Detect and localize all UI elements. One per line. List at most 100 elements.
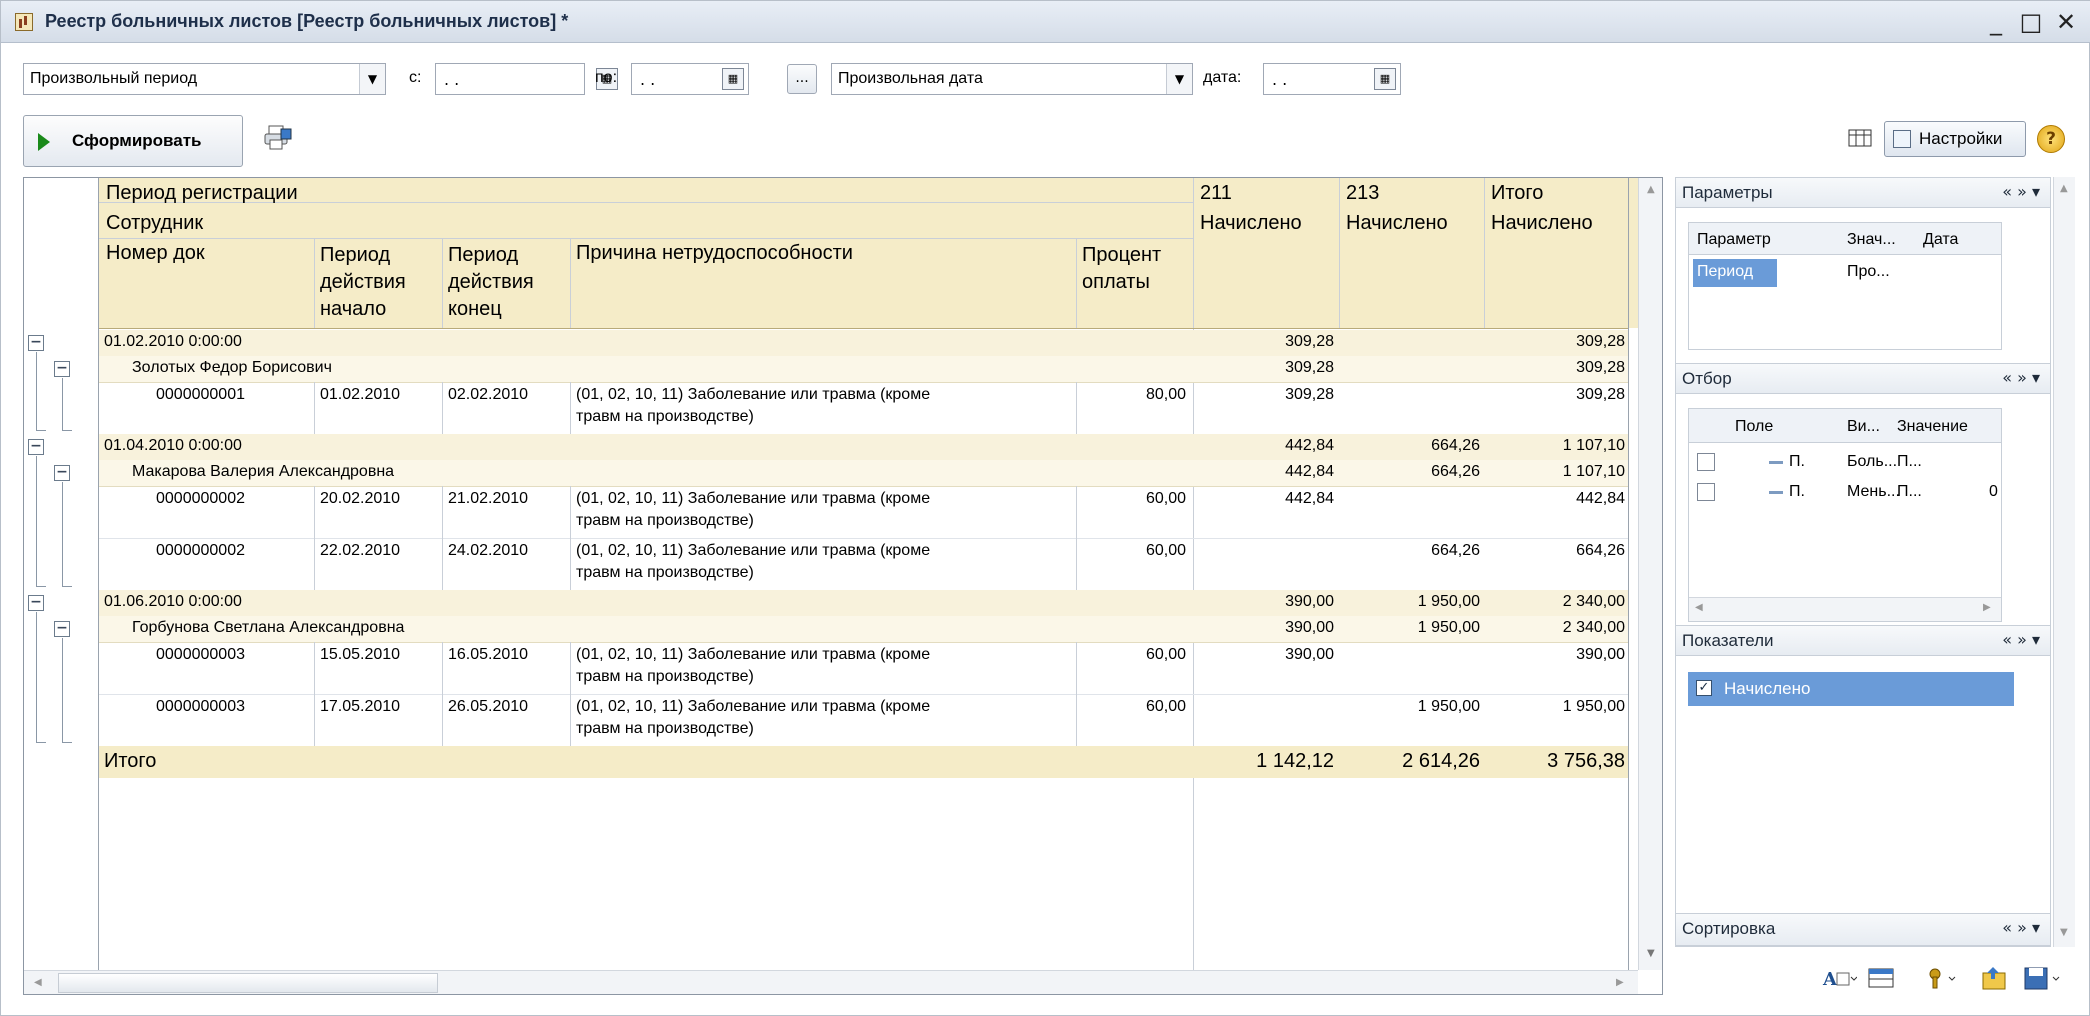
checkbox-unchecked[interactable] [1697, 453, 1715, 471]
svg-text:A: A [1822, 969, 1838, 990]
scroll-thumb[interactable] [58, 973, 438, 993]
print-icon[interactable] [263, 125, 293, 151]
column-value[interactable]: Знач... [1847, 231, 1896, 249]
tree-line [62, 378, 63, 430]
filter-row[interactable]: П. Боль... П... [1689, 449, 2001, 477]
header-period-start-line: действия [320, 271, 406, 293]
save-icon[interactable] [2023, 965, 2063, 993]
report-grid[interactable]: Период регистрации Сотрудник Номер док П… [23, 177, 1663, 995]
help-icon[interactable]: ? [2037, 125, 2065, 153]
header-percent: Процент оплаты [1082, 242, 1161, 296]
column-divider [314, 694, 315, 746]
vertical-scrollbar[interactable]: ▲ ▼ [1638, 178, 1662, 970]
panel-expand-icon[interactable]: « » ▾ [2002, 918, 2040, 937]
checkbox-unchecked[interactable] [1697, 483, 1715, 501]
tree-line [36, 612, 37, 742]
group-settings-icon[interactable] [1927, 965, 1959, 993]
filter-table[interactable]: Поле Ви... Значение П. Боль... П... П. Мень.… [1688, 408, 2002, 622]
filter-field[interactable]: П. [1789, 453, 1805, 471]
date-kind-select[interactable]: Произвольная дата ▼ [831, 63, 1193, 95]
column-parameter[interactable]: Параметр [1697, 231, 1771, 249]
scroll-up-icon[interactable]: ▲ [2060, 183, 2068, 194]
period-kind-select[interactable]: Произвольный период ▼ [23, 63, 386, 95]
period-sum-211: 442,84 [1285, 437, 1334, 454]
collapse-group-icon[interactable]: − [28, 439, 44, 455]
chevron-down-icon[interactable]: ▼ [1166, 64, 1192, 94]
doc-reason: (01, 02, 10, 11) Заболевание или травма … [576, 646, 931, 663]
from-date-field[interactable]: . . ▦ [435, 63, 618, 95]
sorting-header[interactable]: Сортировка « » ▾ [1676, 914, 2050, 946]
generate-report-button[interactable]: Сформировать [23, 115, 243, 167]
table-icon[interactable] [1867, 965, 1895, 993]
collapse-group-icon[interactable]: − [54, 465, 70, 481]
filter-extra[interactable]: 0 [1989, 483, 1998, 501]
scroll-up-icon[interactable]: ▲ [1647, 184, 1655, 195]
tree-line [36, 456, 37, 586]
filter-kind[interactable]: Мень... [1847, 483, 1900, 501]
tree-line [36, 586, 46, 587]
column-divider [570, 694, 571, 746]
maximize-button[interactable]: □ [2016, 7, 2046, 37]
doc-percent: 60,00 [1145, 698, 1186, 715]
text-format-icon[interactable]: A [1821, 965, 1858, 993]
close-button[interactable]: ✕ [2051, 7, 2081, 37]
header-accrued-211: Начислено [1200, 212, 1302, 234]
doc-start-date: 22.02.2010 [320, 542, 401, 559]
period-value: 01.04.2010 0:00:00 [104, 437, 242, 454]
collapse-group-icon[interactable]: − [28, 595, 44, 611]
collapse-group-icon[interactable]: − [54, 621, 70, 637]
date-field[interactable]: . . ▦ [1263, 63, 1401, 95]
panel-collapse-icon[interactable]: « » ▾ [2002, 630, 2040, 649]
minimize-button[interactable]: _ [1981, 7, 2011, 37]
employee-name: Макарова Валерия Александровна [132, 463, 395, 480]
calendar-icon[interactable]: ▦ [1374, 68, 1396, 90]
period-select-button[interactable]: ... [787, 64, 817, 94]
filter-row[interactable]: П. Мень... П... 0 [1689, 479, 2001, 507]
filter-value[interactable]: П... [1897, 453, 1922, 471]
side-panel-scrollbar[interactable]: ▲ ▼ [2053, 177, 2075, 947]
employee-sum-total: 1 107,10 [1562, 463, 1625, 480]
table-layout-icon[interactable] [1847, 127, 1873, 149]
filter-value[interactable]: П... [1897, 483, 1922, 501]
collapse-group-icon[interactable]: − [54, 361, 70, 377]
param-row-value[interactable]: Про... [1847, 263, 1890, 281]
indicator-item[interactable]: ✓ Начислено [1688, 672, 2014, 706]
collapse-group-icon[interactable]: − [28, 335, 44, 351]
scroll-down-icon[interactable]: ▼ [1647, 948, 1655, 959]
to-date-field[interactable]: . . ▦ [631, 63, 749, 95]
horizontal-scrollbar[interactable]: ◀ ▶ [24, 970, 1638, 994]
doc-number: 0000000003 [156, 698, 245, 715]
scroll-down-icon[interactable]: ▼ [2060, 927, 2068, 938]
employee-sum-211: 309,28 [1285, 359, 1334, 376]
parameters-table[interactable]: Параметр Знач... Дата Период Про... [1688, 222, 2002, 350]
scroll-right-icon[interactable]: ▶ [1983, 602, 1991, 613]
panel-collapse-icon[interactable]: « » ▾ [2002, 182, 2040, 201]
column-kind[interactable]: Ви... [1847, 418, 1880, 436]
scroll-right-icon[interactable]: ▶ [1616, 977, 1624, 988]
panel-collapse-icon[interactable]: « » ▾ [2002, 368, 2040, 387]
header-period-end: Период действия конец [448, 242, 534, 323]
doc-sum-211: 442,84 [1285, 490, 1334, 507]
filter-field[interactable]: П. [1789, 483, 1805, 501]
param-row-name[interactable]: Период [1697, 263, 1753, 281]
to-label: по: [595, 69, 618, 86]
filter-kind[interactable]: Боль... [1847, 453, 1897, 471]
grand-total-sum: 3 756,38 [1547, 750, 1625, 772]
export-icon[interactable] [1981, 965, 2009, 993]
settings-button[interactable]: Настройки [1884, 121, 2026, 157]
column-field[interactable]: Поле [1735, 418, 1773, 436]
checkbox-checked[interactable]: ✓ [1696, 680, 1712, 696]
chevron-down-icon[interactable]: ▼ [359, 64, 385, 94]
calendar-icon[interactable]: ▦ [722, 68, 744, 90]
period-group-row[interactable] [99, 330, 1628, 356]
column-divider [570, 642, 571, 694]
to-date-value: . . [640, 70, 656, 89]
column-date[interactable]: Дата [1923, 231, 1958, 249]
employee-sum-total: 2 340,00 [1562, 619, 1625, 636]
scroll-left-icon[interactable]: ◀ [34, 977, 42, 988]
tree-line [36, 352, 37, 430]
scroll-left-icon[interactable]: ◀ [1695, 602, 1703, 613]
filter-hscrollbar[interactable]: ◀ ▶ [1689, 597, 2001, 621]
doc-reason: (01, 02, 10, 11) Заболевание или травма … [576, 542, 931, 559]
column-filter-value[interactable]: Значение [1897, 418, 1968, 436]
